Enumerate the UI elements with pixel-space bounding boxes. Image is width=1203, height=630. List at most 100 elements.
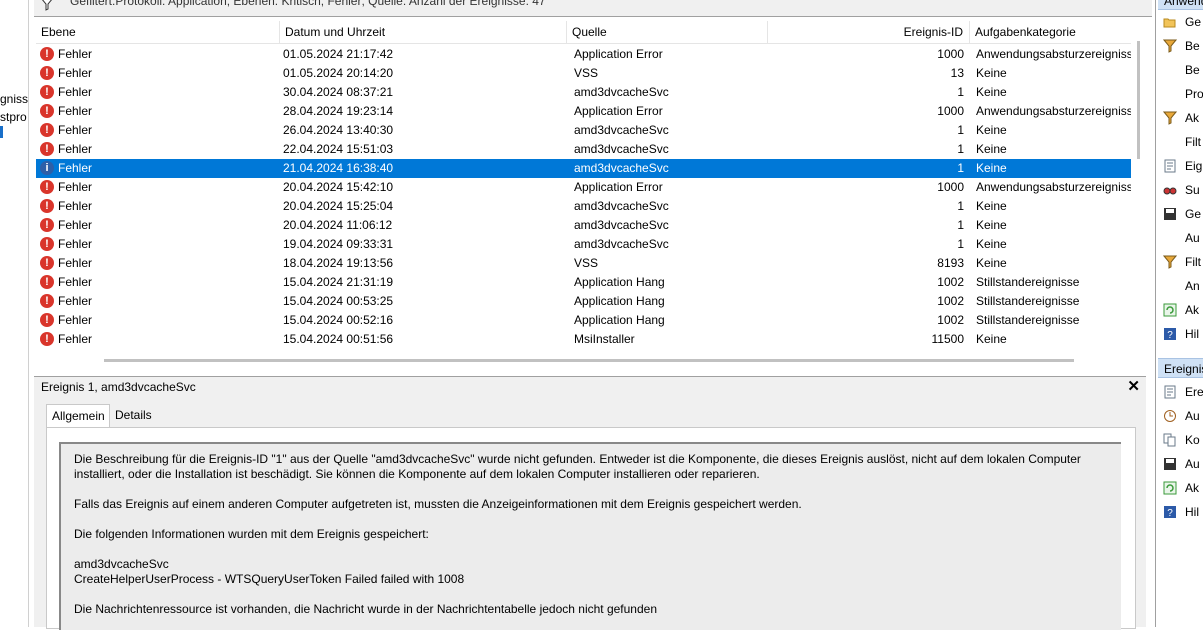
- column-header-source[interactable]: Quelle: [567, 21, 768, 43]
- action-item[interactable]: ? Hil: [1159, 323, 1203, 345]
- cell-category: Keine: [976, 85, 1007, 99]
- table-row[interactable]: ! Fehler 30.04.2024 08:37:21 amd3dvcacheSvc…: [36, 83, 1131, 102]
- action-item[interactable]: Filt: [1159, 251, 1203, 273]
- action-item[interactable]: Eig: [1159, 155, 1203, 177]
- level-text: Fehler: [58, 161, 93, 175]
- action-item[interactable]: Filt: [1159, 131, 1203, 153]
- filter-icon: [1163, 39, 1177, 53]
- table-row[interactable]: ! Fehler 20.04.2024 15:25:04 amd3dvcacheSvc…: [36, 197, 1131, 216]
- action-item[interactable]: Au: [1159, 405, 1203, 427]
- table-header: Ebene Datum und Uhrzeit Quelle Ereignis-…: [36, 21, 1131, 44]
- error-icon: !: [40, 293, 54, 308]
- description-paragraph: amd3dvcacheSvc CreateHelperUserProcess -…: [74, 557, 465, 586]
- error-icon: !: [40, 179, 54, 194]
- action-item[interactable]: Ge: [1159, 11, 1203, 33]
- cell-category: Keine: [976, 237, 1007, 251]
- action-label: Filt: [1185, 135, 1201, 149]
- table-row[interactable]: ! Fehler 26.04.2024 13:40:30 amd3dvcacheSvc…: [36, 121, 1131, 140]
- cell-level: ! Fehler: [40, 216, 280, 235]
- close-icon[interactable]: ✕: [1127, 377, 1140, 395]
- cell-category: Anwendungsabsturzereignisse: [976, 47, 1131, 61]
- horizontal-scrollbar[interactable]: [36, 357, 1131, 365]
- cell-date: 18.04.2024 19:13:56: [283, 256, 394, 270]
- action-label: Hil: [1185, 505, 1199, 519]
- cell-date: 20.04.2024 11:06:12: [283, 218, 393, 232]
- cell-event-id: 1000: [937, 104, 964, 118]
- action-item[interactable]: Au: [1159, 453, 1203, 475]
- action-label: Be: [1185, 63, 1200, 77]
- vertical-scrollbar[interactable]: [1131, 21, 1146, 354]
- actions-section-header[interactable]: Ereignis: [1158, 358, 1203, 378]
- level-text: Fehler: [58, 123, 93, 137]
- cell-category: Keine: [976, 332, 1007, 346]
- cell-date: 15.04.2024 00:53:25: [283, 294, 394, 308]
- cell-category: Keine: [976, 256, 1007, 270]
- cell-source: Application Error: [574, 47, 663, 61]
- tab-general[interactable]: Allgemein: [46, 404, 110, 428]
- action-item[interactable]: An: [1159, 275, 1203, 297]
- error-icon: !: [40, 274, 54, 289]
- cell-source: Application Hang: [574, 294, 665, 308]
- action-label: Su: [1185, 183, 1200, 197]
- level-text: Fehler: [58, 180, 93, 194]
- error-icon: !: [40, 236, 54, 251]
- tab-details[interactable]: Details: [110, 404, 166, 426]
- cell-event-id: 1002: [937, 313, 964, 327]
- tree-item-fragment[interactable]: stpro: [0, 110, 27, 124]
- action-item[interactable]: Ko: [1159, 429, 1203, 451]
- table-row[interactable]: i Fehler 21.04.2024 16:38:40 amd3dvcacheSvc…: [36, 159, 1131, 178]
- description-paragraph: Die folgenden Informationen wurden mit d…: [74, 527, 429, 541]
- refresh-icon: [1163, 481, 1177, 495]
- table-row[interactable]: ! Fehler 15.04.2024 00:51:56 MsiInstaller 11…: [36, 330, 1131, 349]
- table-row[interactable]: ! Fehler 18.04.2024 19:13:56 VSS 8193 Keine: [36, 254, 1131, 273]
- events-table[interactable]: Ebene Datum und Uhrzeit Quelle Ereignis-…: [36, 21, 1131, 354]
- cell-event-id: 1: [957, 85, 964, 99]
- action-item[interactable]: Be: [1159, 35, 1203, 57]
- action-item[interactable]: Au: [1159, 227, 1203, 249]
- scrollbar-thumb[interactable]: [1137, 41, 1140, 159]
- table-row[interactable]: ! Fehler 20.04.2024 11:06:12 amd3dvcacheSvc…: [36, 216, 1131, 235]
- cell-source: VSS: [574, 66, 599, 80]
- action-label: An: [1185, 279, 1200, 293]
- table-row[interactable]: ! Fehler 15.04.2024 21:31:19 Application Ha…: [36, 273, 1131, 292]
- action-item[interactable]: Pro: [1159, 83, 1203, 105]
- error-icon: !: [40, 198, 54, 213]
- action-item[interactable]: ? Hil: [1159, 501, 1203, 523]
- table-row[interactable]: ! Fehler 19.04.2024 09:33:31 amd3dvcacheSvc…: [36, 235, 1131, 254]
- cell-event-id: 1: [957, 161, 964, 175]
- navigation-tree[interactable]: gnisse stpro: [0, 0, 29, 627]
- action-item[interactable]: Be: [1159, 59, 1203, 81]
- tree-item-fragment[interactable]: gnisse: [0, 92, 28, 106]
- table-row[interactable]: ! Fehler 28.04.2024 19:23:14 Application Er…: [36, 102, 1131, 121]
- refresh-icon: [1163, 303, 1177, 317]
- action-item[interactable]: Ak: [1159, 477, 1203, 499]
- table-row[interactable]: ! Fehler 15.04.2024 00:53:25 Application Ha…: [36, 292, 1131, 311]
- cell-date: 20.04.2024 15:42:10: [283, 180, 394, 194]
- cell-event-id: 11500: [931, 332, 964, 346]
- scrollbar-thumb[interactable]: [104, 359, 1074, 362]
- column-header-category[interactable]: Aufgabenkategorie: [970, 21, 1131, 43]
- action-item[interactable]: Su: [1159, 179, 1203, 201]
- table-row[interactable]: ! Fehler 15.04.2024 00:52:16 Application Ha…: [36, 311, 1131, 330]
- actions-section-header[interactable]: Anwend: [1158, 0, 1203, 10]
- column-header-level[interactable]: Ebene: [36, 21, 280, 43]
- event-detail-header: Ereignis 1, amd3dvcacheSvc ✕: [34, 376, 1146, 398]
- cell-date: 30.04.2024 08:37:21: [283, 85, 394, 99]
- event-description[interactable]: Die Beschreibung für die Ereignis-ID "1"…: [59, 442, 1121, 630]
- column-header-date[interactable]: Datum und Uhrzeit: [280, 21, 567, 43]
- error-icon: !: [40, 103, 54, 118]
- column-header-event-id[interactable]: Ereignis-ID: [768, 21, 970, 43]
- cell-source: amd3dvcacheSvc: [574, 199, 669, 213]
- level-text: Fehler: [58, 142, 93, 156]
- action-item[interactable]: Ak: [1159, 299, 1203, 321]
- action-item[interactable]: Ere: [1159, 381, 1203, 403]
- table-row[interactable]: ! Fehler 22.04.2024 15:51:03 amd3dvcacheSvc…: [36, 140, 1131, 159]
- action-item[interactable]: Ge: [1159, 203, 1203, 225]
- cell-event-id: 1: [957, 123, 964, 137]
- filter-info-bar: Gefiltert:Protokoll: Application; Ebenen…: [34, 0, 1152, 17]
- table-row[interactable]: ! Fehler 01.05.2024 21:17:42 Application Er…: [36, 45, 1131, 64]
- action-item[interactable]: Ak: [1159, 107, 1203, 129]
- table-row[interactable]: ! Fehler 20.04.2024 15:42:10 Application Er…: [36, 178, 1131, 197]
- svg-text:?: ?: [1167, 330, 1173, 341]
- table-row[interactable]: ! Fehler 01.05.2024 20:14:20 VSS 13 Keine: [36, 64, 1131, 83]
